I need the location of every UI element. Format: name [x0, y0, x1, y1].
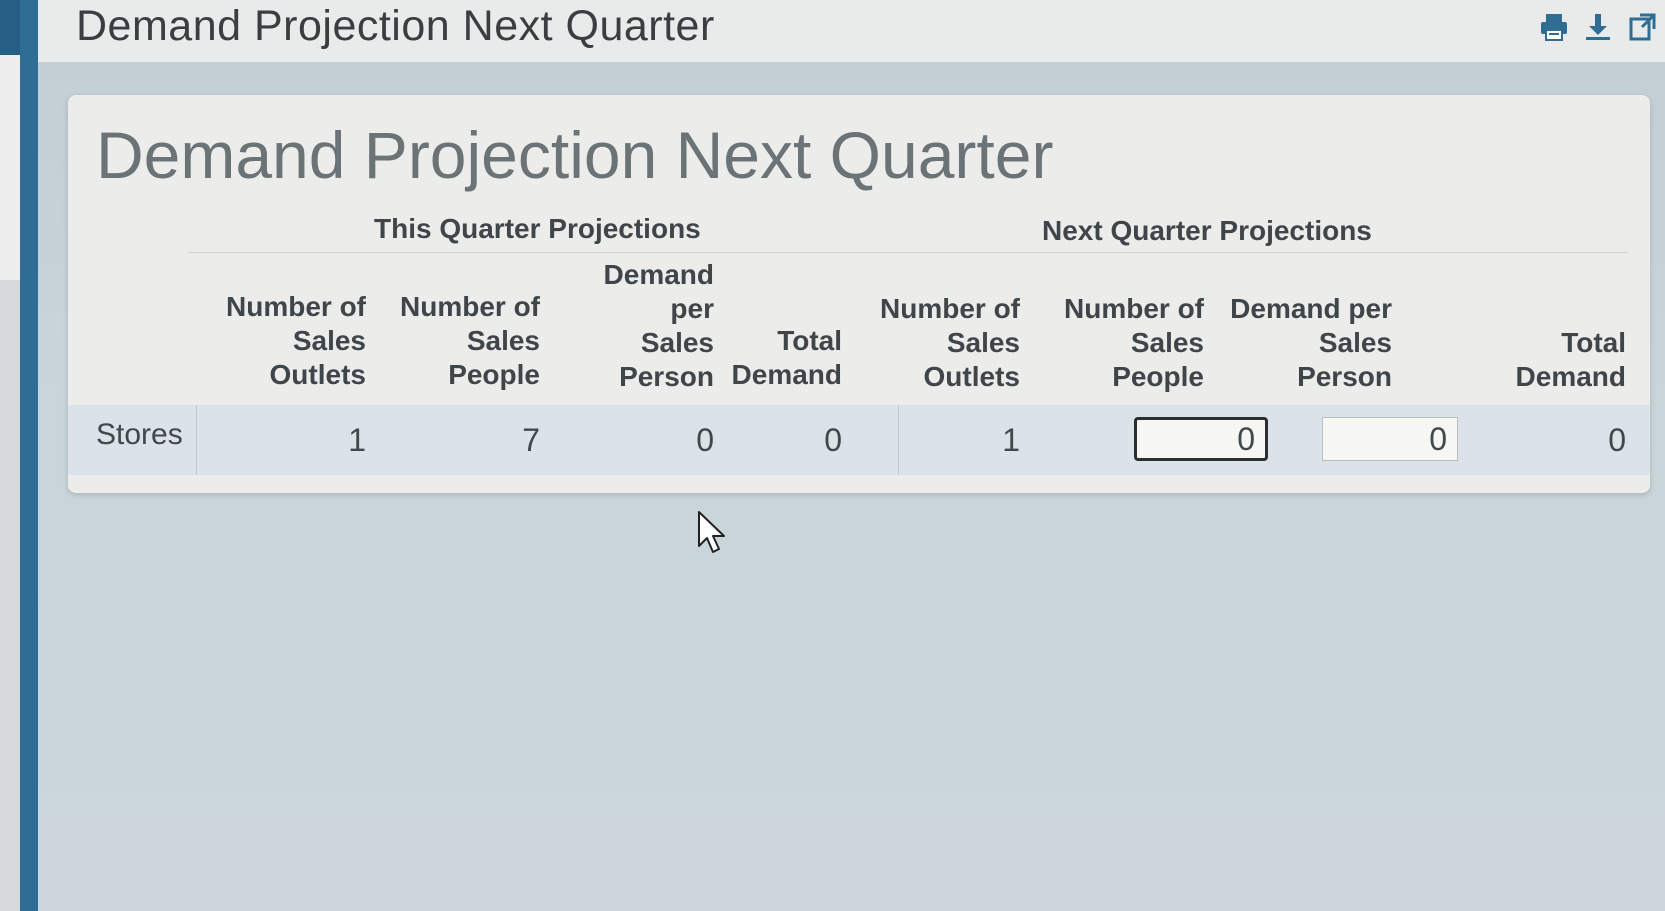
- column-header-tq-sales-outlets: Number of Sales Outlets: [226, 291, 366, 390]
- row-divider: [196, 405, 197, 475]
- app-header: Demand Projection Next Quarter: [38, 0, 1665, 62]
- download-icon[interactable]: [1581, 8, 1615, 46]
- table-row: Stores 1 7 0 0 1 0: [68, 405, 1650, 475]
- header-toolbar: [1537, 8, 1659, 46]
- group-divider-this-quarter: [188, 252, 898, 253]
- group-divider: [898, 405, 899, 475]
- cell-tq-demand-per-sales-person: 0: [696, 422, 714, 458]
- column-header-tq-sales-people: Number of Sales People: [400, 291, 540, 390]
- side-panel-edge: [0, 55, 20, 280]
- column-header-nq-total-demand: Total Demand: [1515, 327, 1626, 392]
- group-header-next-quarter: Next Quarter Projections: [1042, 215, 1372, 246]
- side-accent-bar: [20, 0, 38, 911]
- page-title: Demand Projection Next Quarter: [76, 2, 715, 50]
- cell-nq-sales-outlets: 1: [1002, 422, 1020, 458]
- demand-projection-panel: Demand Projection Next Quarter This Quar…: [68, 95, 1650, 493]
- nq-demand-per-sales-person-input[interactable]: [1322, 417, 1458, 461]
- mouse-pointer-icon: [697, 510, 727, 559]
- column-header-tq-demand-per-sales-person: Demand per Sales Person: [603, 259, 714, 392]
- group-divider-next-quarter: [898, 252, 1628, 253]
- row-label-stores: Stores: [96, 418, 183, 451]
- cell-tq-total-demand: 0: [824, 422, 842, 458]
- column-header-tq-total-demand: Total Demand: [731, 325, 842, 390]
- export-icon[interactable]: [1625, 8, 1659, 46]
- column-header-nq-sales-people: Number of Sales People: [1064, 293, 1204, 392]
- side-tab: [0, 0, 20, 55]
- column-header-nq-demand-per-sales-person: Demand per Sales Person: [1230, 293, 1392, 392]
- left-edge: [0, 0, 38, 911]
- panel-title: Demand Projection Next Quarter: [96, 118, 1054, 192]
- nq-sales-people-input[interactable]: [1134, 417, 1268, 461]
- cell-tq-sales-people: 7: [522, 422, 540, 458]
- group-header-this-quarter: This Quarter Projections: [374, 213, 701, 244]
- column-header-nq-sales-outlets: Number of Sales Outlets: [880, 293, 1020, 392]
- cell-tq-sales-outlets: 1: [348, 422, 366, 458]
- cell-nq-total-demand: 0: [1608, 422, 1626, 458]
- print-icon[interactable]: [1537, 8, 1571, 46]
